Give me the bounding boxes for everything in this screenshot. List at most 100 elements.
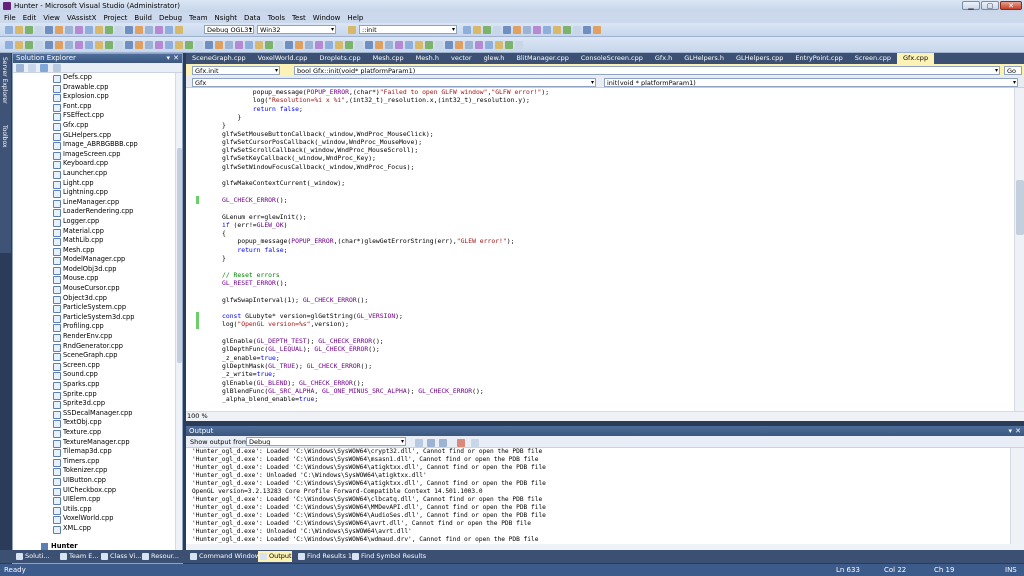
- minimize-button[interactable]: ▁: [962, 1, 980, 10]
- file-scope-combo[interactable]: Gfx.init ▾: [192, 66, 280, 75]
- show-all-files-icon[interactable]: [28, 64, 37, 72]
- code-line[interactable]: log("Resolution=%i x %i",(int32_t)_resol…: [222, 96, 530, 104]
- secondary-tool-icon[interactable]: [455, 41, 463, 49]
- secondary-tool-icon[interactable]: [15, 41, 23, 49]
- secondary-tool-icon[interactable]: [125, 41, 133, 49]
- standard-tool-icon[interactable]: [583, 26, 591, 34]
- tree-file-item[interactable]: SceneGraph.cpp: [13, 351, 174, 361]
- scrollbar-thumb[interactable]: [1016, 180, 1024, 235]
- standard-tool-icon[interactable]: [95, 26, 103, 34]
- tree-file-item[interactable]: Logger.cpp: [13, 217, 174, 227]
- secondary-tool-icon[interactable]: [45, 41, 53, 49]
- pin-icon[interactable]: ▾: [166, 54, 170, 63]
- secondary-tool-icon[interactable]: [25, 41, 33, 49]
- standard-tool-icon[interactable]: [35, 26, 43, 34]
- bottom-tab[interactable]: Command Window: [188, 551, 260, 562]
- secondary-tool-icon[interactable]: [415, 41, 423, 49]
- secondary-tool-icon[interactable]: [405, 41, 413, 49]
- secondary-tool-icon[interactable]: [145, 41, 153, 49]
- standard-tool-icon[interactable]: [573, 26, 581, 34]
- secondary-tool-icon[interactable]: [165, 41, 173, 49]
- solution-explorer-scrollbar[interactable]: [175, 73, 182, 553]
- standard-tool-icon[interactable]: [135, 26, 143, 34]
- standard-tool-icon[interactable]: [543, 26, 551, 34]
- secondary-tool-icon[interactable]: [105, 41, 113, 49]
- code-line[interactable]: log("OpenGL version=%s",version);: [222, 320, 349, 328]
- tree-file-item[interactable]: RenderEnv.cpp: [13, 332, 174, 342]
- code-line[interactable]: }: [222, 121, 226, 129]
- tree-file-item[interactable]: Object3d.cpp: [13, 294, 174, 304]
- tree-file-item[interactable]: Gfx.cpp: [13, 121, 174, 131]
- standard-tool-icon[interactable]: [553, 26, 561, 34]
- menu-debug[interactable]: Debug: [159, 14, 182, 22]
- code-line[interactable]: GL_RESET_ERROR();: [222, 279, 287, 287]
- secondary-tool-icon[interactable]: [75, 41, 83, 49]
- standard-tool-icon[interactable]: [75, 26, 83, 34]
- next-message-icon[interactable]: [439, 439, 447, 447]
- class-scope-combo[interactable]: Gfx ▾: [192, 78, 596, 87]
- secondary-tool-icon[interactable]: [195, 41, 203, 49]
- find-message-icon[interactable]: [415, 439, 423, 447]
- secondary-tool-icon[interactable]: [355, 41, 363, 49]
- menu-project[interactable]: Project: [103, 14, 127, 22]
- bottom-tab[interactable]: Find Symbol Results: [350, 551, 426, 562]
- secondary-tool-icon[interactable]: [325, 41, 333, 49]
- code-line[interactable]: glfwSetWindowFocusCallback(_window,WndPr…: [222, 163, 414, 171]
- tree-file-item[interactable]: Defs.cpp: [13, 73, 174, 83]
- code-line[interactable]: glfwSetScrollCallback(_window,WndProc_Mo…: [222, 146, 418, 154]
- tree-file-item[interactable]: Light.cpp: [13, 179, 174, 189]
- secondary-tool-icon[interactable]: [435, 41, 443, 49]
- secondary-tool-icon[interactable]: [365, 41, 373, 49]
- doc-tab[interactable]: VoxelWorld.cpp: [252, 53, 314, 64]
- menu-nsight[interactable]: Nsight: [215, 14, 237, 22]
- find-combo[interactable]: ::init ▾: [359, 25, 457, 34]
- tree-file-item[interactable]: Tilemap3d.cpp: [13, 447, 174, 457]
- secondary-tool-icon[interactable]: [245, 41, 253, 49]
- tree-file-item[interactable]: ModelObj3d.cpp: [13, 265, 174, 275]
- secondary-tool-icon[interactable]: [485, 41, 493, 49]
- code-line[interactable]: const GLubyte* version=glGetString(GL_VE…: [222, 312, 403, 320]
- properties-icon[interactable]: [16, 64, 24, 72]
- secondary-tool-icon[interactable]: [65, 41, 73, 49]
- tree-file-item[interactable]: Mesh.cpp: [13, 246, 174, 256]
- tree-file-item[interactable]: Tokenizer.cpp: [13, 466, 174, 476]
- menu-data[interactable]: Data: [244, 14, 261, 22]
- code-line[interactable]: GLenum err=glewInit();: [222, 213, 307, 221]
- tree-file-item[interactable]: Screen.cpp: [13, 361, 174, 371]
- code-line[interactable]: }: [222, 254, 226, 262]
- pin-icon[interactable]: ▾: [1008, 426, 1012, 436]
- clear-all-icon[interactable]: [457, 439, 465, 447]
- standard-tool-icon[interactable]: [105, 26, 113, 34]
- go-button[interactable]: Go: [1004, 66, 1022, 75]
- secondary-tool-icon[interactable]: [225, 41, 233, 49]
- tree-file-item[interactable]: LoaderRendering.cpp: [13, 207, 174, 217]
- secondary-tool-icon[interactable]: [205, 41, 213, 49]
- tree-file-item[interactable]: ModelManager.cpp: [13, 255, 174, 265]
- secondary-tool-icon[interactable]: [515, 41, 523, 49]
- menu-help[interactable]: Help: [347, 14, 363, 22]
- editor-horizontal-scrollbar[interactable]: 100 %: [186, 411, 1024, 421]
- tree-file-item[interactable]: Sound.cpp: [13, 370, 174, 380]
- secondary-tool-icon[interactable]: [255, 41, 263, 49]
- code-line[interactable]: popup_message(POPUP_ERROR,(char*)glewGet…: [222, 237, 514, 245]
- code-line[interactable]: glDepthFunc(GL_LEQUAL); GL_CHECK_ERROR()…: [222, 345, 380, 353]
- code-line[interactable]: _z_write=true;: [222, 370, 276, 378]
- secondary-tool-icon[interactable]: [95, 41, 103, 49]
- tree-file-item[interactable]: FSEffect.cpp: [13, 111, 174, 121]
- doc-tab[interactable]: vector: [445, 53, 478, 64]
- standard-tool-icon[interactable]: [45, 26, 53, 34]
- secondary-tool-icon[interactable]: [35, 41, 43, 49]
- code-line[interactable]: _alpha_blend_enable=true;: [222, 395, 318, 403]
- standard-tool-icon[interactable]: [463, 26, 471, 34]
- function-combo[interactable]: bool Gfx::init(void* platformParam1) ▾: [294, 66, 1000, 75]
- secondary-tool-icon[interactable]: [55, 41, 63, 49]
- code-line[interactable]: _z_enable=true;: [222, 354, 280, 362]
- secondary-tool-icon[interactable]: [275, 41, 283, 49]
- secondary-tool-icon[interactable]: [425, 41, 433, 49]
- secondary-tool-icon[interactable]: [315, 41, 323, 49]
- output-scrollbar[interactable]: [1010, 448, 1024, 544]
- prev-message-icon[interactable]: [427, 439, 435, 447]
- tree-file-item[interactable]: ParticleSystem3d.cpp: [13, 313, 174, 323]
- secondary-tool-icon[interactable]: [345, 41, 353, 49]
- output-source-combo[interactable]: Debug ▾: [246, 437, 406, 446]
